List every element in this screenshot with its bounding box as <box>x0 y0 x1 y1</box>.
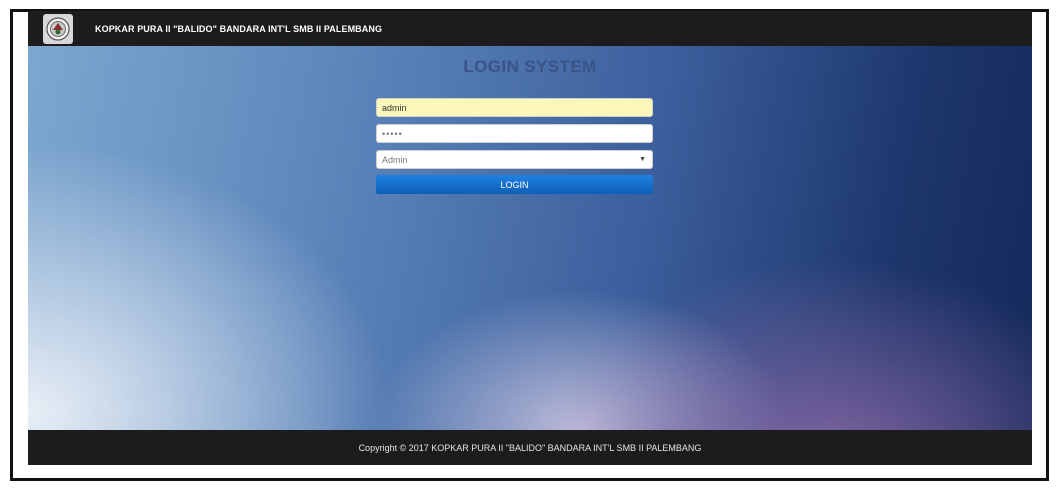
username-value: admin <box>382 102 407 113</box>
login-title: LOGIN SYSTEM <box>463 57 597 76</box>
login-page: KOPKAR PURA II "BALIDO" BANDARA INT'L SM… <box>28 11 1032 465</box>
brand-title[interactable]: KOPKAR PURA II "BALIDO" BANDARA INT'L SM… <box>95 24 382 34</box>
role-select[interactable]: Admin ▼ <box>376 150 653 169</box>
caret-down-icon: ▼ <box>639 156 646 163</box>
username-field[interactable]: admin <box>376 98 653 117</box>
emblem-logo-icon[interactable] <box>43 13 73 44</box>
footer-copyright: Copyright © 2017 KOPKAR PURA II "BALIDO"… <box>358 442 702 453</box>
login-button-label: LOGIN <box>500 179 529 190</box>
login-button[interactable]: LOGIN <box>376 175 653 194</box>
role-selected-value: Admin <box>382 154 408 165</box>
login-background: LOGIN SYSTEM admin ••••• Admin ▼ LOGIN <box>28 46 1032 430</box>
top-navbar: KOPKAR PURA II "BALIDO" BANDARA INT'L SM… <box>28 11 1032 46</box>
footer: Copyright © 2017 KOPKAR PURA II "BALIDO"… <box>28 430 1032 465</box>
password-field[interactable]: ••••• <box>376 124 653 143</box>
password-mask: ••••• <box>382 128 403 139</box>
login-form: admin ••••• Admin ▼ LOGIN <box>376 98 653 194</box>
